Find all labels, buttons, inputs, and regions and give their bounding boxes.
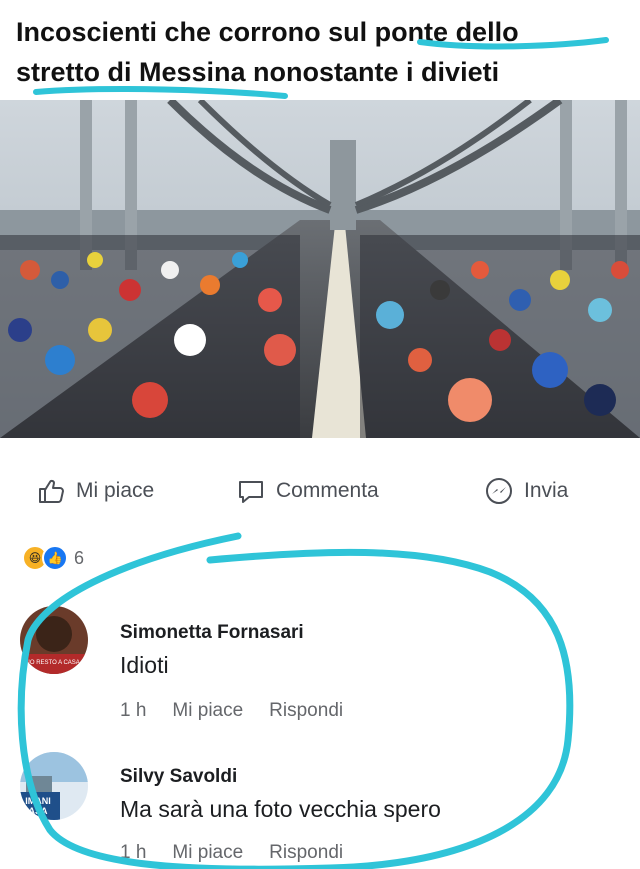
comment-item: IO RESTO A CASA Simonetta Fornasari Idio… bbox=[20, 606, 620, 726]
messenger-icon bbox=[486, 478, 512, 504]
comment-author[interactable]: Silvy Savoldi bbox=[120, 766, 237, 788]
avatar-caption-line-2: ASA bbox=[28, 806, 48, 816]
post-title: Incoscienti che corrono sul ponte dello … bbox=[16, 12, 626, 92]
comment-text: Idioti bbox=[120, 652, 169, 678]
avatar-image: IO RESTO A CASA bbox=[20, 606, 88, 674]
comment-reply-link[interactable]: Rispondi bbox=[269, 700, 343, 722]
comment-reply-link[interactable]: Rispondi bbox=[269, 842, 343, 864]
post-title-line-2: stretto di Messina nonostante i divieti bbox=[16, 57, 500, 87]
comment-author[interactable]: Simonetta Fornasari bbox=[120, 622, 304, 644]
post-actions-bar: Mi piace Commenta Invia bbox=[0, 470, 640, 512]
comment-time: 1 h bbox=[120, 842, 147, 863]
avatar[interactable]: IMANI ASA bbox=[20, 752, 88, 820]
comment-like-link[interactable]: Mi piace bbox=[172, 842, 243, 864]
comment-button-label: Commenta bbox=[276, 479, 379, 502]
avatar[interactable]: IO RESTO A CASA bbox=[20, 606, 88, 674]
comment-time: 1 h bbox=[120, 700, 147, 721]
comment-meta: 1 h Mi piace Rispondi bbox=[120, 700, 369, 722]
comment-button[interactable]: Commenta bbox=[236, 470, 379, 512]
post-photo[interactable] bbox=[0, 100, 640, 438]
share-button-label: Invia bbox=[524, 479, 569, 502]
avatar-image: IMANI ASA bbox=[20, 752, 88, 820]
comment-meta: 1 h Mi piace Rispondi bbox=[120, 842, 369, 864]
reactions-count: 6 bbox=[74, 547, 85, 568]
post-title-line-1: Incoscienti che corrono sul ponte dello bbox=[16, 17, 519, 47]
like-icon: 👍 bbox=[42, 545, 68, 571]
comment-text: Ma sarà una foto vecchia spero bbox=[120, 796, 441, 822]
comment-like-link[interactable]: Mi piace bbox=[172, 700, 243, 722]
comment-item: IMANI ASA Silvy Savoldi Ma sarà una foto… bbox=[20, 752, 620, 869]
thumbs-up-icon bbox=[39, 479, 64, 503]
like-button[interactable]: Mi piace bbox=[36, 470, 154, 512]
reactions-summary[interactable]: 😆 👍 6 bbox=[22, 542, 84, 574]
avatar-caption: IO RESTO A CASA bbox=[28, 660, 80, 666]
avatar-caption-line-1: IMANI bbox=[25, 796, 51, 806]
like-button-label: Mi piace bbox=[76, 479, 155, 502]
bridge-marathon-image bbox=[0, 100, 640, 438]
share-button[interactable]: Invia bbox=[484, 470, 568, 512]
comment-bubble-icon bbox=[239, 481, 263, 503]
